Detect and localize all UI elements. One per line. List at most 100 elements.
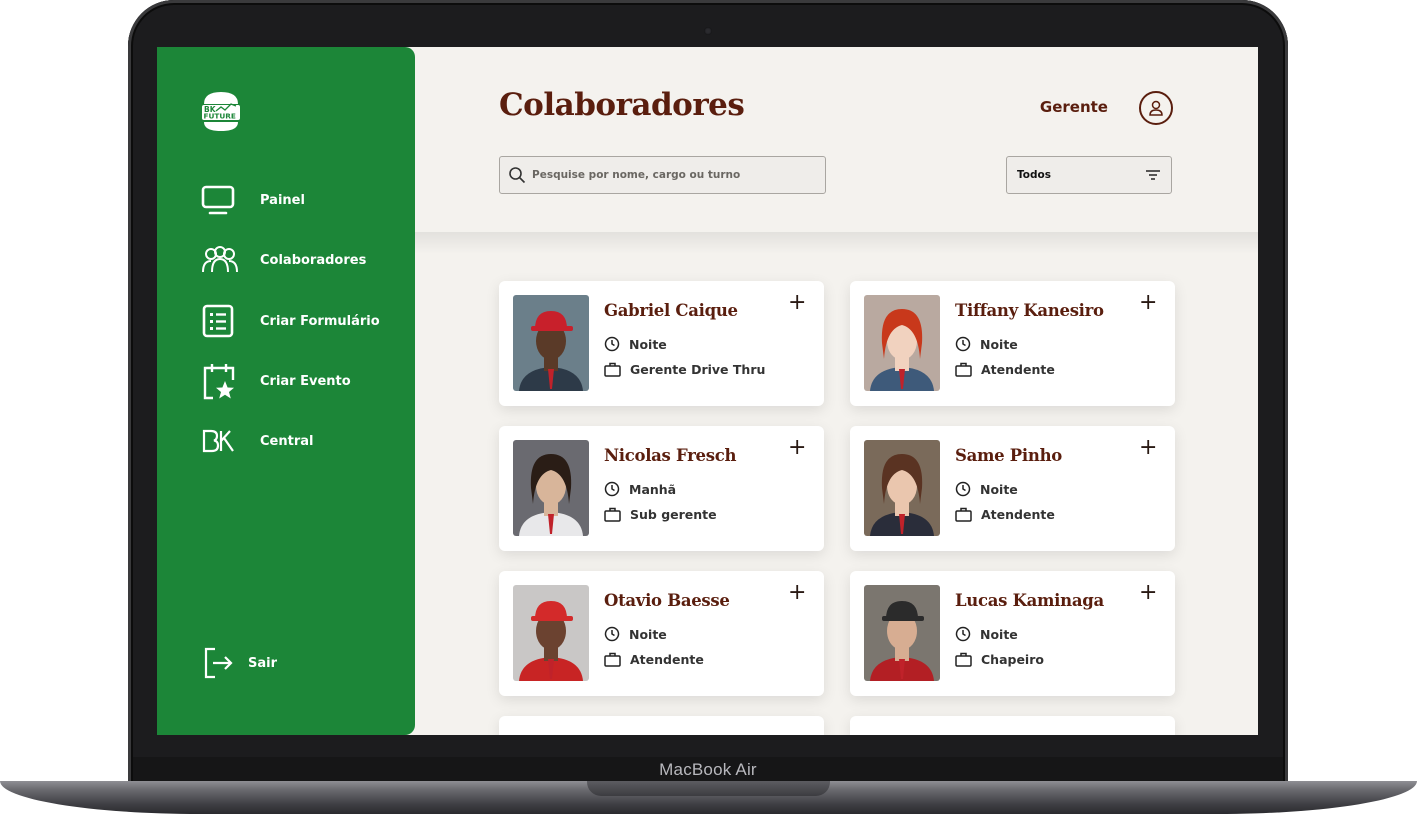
employee-shift: Noite: [604, 626, 667, 642]
filter-select[interactable]: Todos: [1006, 156, 1172, 194]
briefcase-icon: [955, 507, 972, 522]
employee-role-text: Gerente Drive Thru: [630, 362, 766, 377]
header-shadow: [415, 232, 1258, 254]
employee-shift-text: Manhã: [629, 481, 677, 497]
briefcase-icon: [604, 652, 621, 667]
user-icon: [1149, 100, 1163, 116]
employee-name: Tiffany Kanesiro: [955, 301, 1104, 320]
employee-photo: [864, 295, 940, 391]
clock-icon: [955, 481, 971, 497]
users-icon: [201, 242, 241, 278]
employee-name: Same Pinho: [955, 446, 1062, 465]
sidebar-item-criar-evento[interactable]: Criar Evento: [201, 363, 351, 400]
employee-card-partial[interactable]: [850, 716, 1175, 735]
bk-future-logo-icon: BK FUTURE: [202, 92, 240, 131]
briefcase-icon: [604, 507, 621, 522]
search-icon: [508, 166, 526, 184]
employee-shift: Noite: [955, 481, 1018, 497]
search-input[interactable]: [530, 168, 825, 182]
employee-role: Gerente Drive Thru: [604, 362, 765, 377]
employee-shift-text: Noite: [980, 336, 1018, 352]
clock-icon: [604, 481, 620, 497]
sidebar-item-criar-formulario[interactable]: Criar Formulário: [201, 303, 380, 339]
sidebar-item-label: Central: [260, 433, 314, 449]
logout-icon: [201, 645, 235, 681]
user-avatar-button[interactable]: [1139, 91, 1173, 125]
briefcase-icon: [955, 652, 972, 667]
sidebar-item-painel[interactable]: Painel: [201, 182, 305, 218]
filter-icon: [1145, 166, 1161, 185]
add-employee-button[interactable]: +: [788, 292, 806, 314]
sidebar-item-central[interactable]: Central: [201, 423, 313, 459]
employee-shift-text: Noite: [980, 626, 1018, 642]
filter-value: Todos: [1017, 169, 1051, 181]
employee-card[interactable]: Gabriel Caique + Noite Gerente Drive Thr…: [499, 281, 824, 406]
employee-shift: Manhã: [604, 481, 676, 497]
employee-grid: Gabriel Caique + Noite Gerente Drive Thr…: [499, 281, 1179, 735]
employee-photo: [513, 585, 589, 681]
employee-shift-text: Noite: [980, 481, 1018, 497]
logo-text-2: FUTURE: [204, 112, 236, 121]
employee-shift-text: Noite: [629, 336, 667, 352]
camera-dot: [704, 27, 712, 35]
sidebar-item-label: Colaboradores: [260, 252, 367, 268]
employee-name: Otavio Baesse: [604, 591, 730, 610]
clock-icon: [604, 336, 620, 352]
bk-icon: [201, 423, 241, 459]
main-content: Colaboradores Gerente Todos: [415, 47, 1258, 735]
employee-shift: Noite: [604, 336, 667, 352]
logout-button[interactable]: Sair: [201, 645, 277, 681]
add-employee-button[interactable]: +: [1139, 292, 1157, 314]
employee-shift: Noite: [955, 626, 1018, 642]
briefcase-icon: [955, 362, 972, 377]
employee-role: Atendente: [604, 652, 704, 667]
employee-photo: [864, 585, 940, 681]
monitor-icon: [201, 182, 241, 218]
bk-future-logo[interactable]: BK FUTURE: [201, 90, 241, 132]
device-label: MacBook Air: [659, 760, 757, 779]
employee-name: Gabriel Caique: [604, 301, 738, 320]
employee-card[interactable]: Lucas Kaminaga + Noite Chapeiro: [850, 571, 1175, 696]
employee-card[interactable]: Same Pinho + Noite Atendente: [850, 426, 1175, 551]
employee-shift-text: Noite: [629, 626, 667, 642]
calendar-star-icon: [201, 363, 241, 400]
page-header: Colaboradores Gerente Todos: [415, 47, 1258, 232]
employee-role: Atendente: [955, 507, 1055, 522]
form-list-icon: [201, 303, 241, 339]
add-employee-button[interactable]: +: [788, 437, 806, 459]
employee-photo: [864, 440, 940, 536]
user-role-label: Gerente: [1039, 98, 1108, 116]
employee-name: Nicolas Fresch: [604, 446, 737, 465]
employee-card-partial[interactable]: [499, 716, 824, 735]
employee-photo: [513, 295, 589, 391]
employee-shift: Noite: [955, 336, 1018, 352]
employee-role-text: Atendente: [981, 507, 1055, 522]
add-employee-button[interactable]: +: [1139, 437, 1157, 459]
employee-photo: [513, 440, 589, 536]
clock-icon: [955, 626, 971, 642]
clock-icon: [604, 626, 620, 642]
employee-role-text: Sub gerente: [630, 507, 717, 522]
sidebar-item-label: Criar Evento: [260, 373, 351, 389]
clock-icon: [955, 336, 971, 352]
employee-card[interactable]: Nicolas Fresch + Manhã Sub gerente: [499, 426, 824, 551]
sidebar-item-label: Painel: [260, 192, 305, 208]
logout-label: Sair: [248, 655, 278, 671]
employee-role: Chapeiro: [955, 652, 1044, 667]
employee-role-text: Atendente: [981, 362, 1055, 377]
page-title: Colaboradores: [499, 87, 745, 123]
briefcase-icon: [604, 362, 621, 377]
employee-role: Sub gerente: [604, 507, 717, 522]
add-employee-button[interactable]: +: [1139, 582, 1157, 604]
employee-card[interactable]: Otavio Baesse + Noite Atendente: [499, 571, 824, 696]
employee-card[interactable]: Tiffany Kanesiro + Noite Atendente: [850, 281, 1175, 406]
sidebar: BK FUTURE Painel Colaboradores Criar For…: [157, 47, 415, 735]
search-box: [499, 156, 826, 194]
employee-name: Lucas Kaminaga: [955, 591, 1104, 610]
employee-role: Atendente: [955, 362, 1055, 377]
sidebar-item-colaboradores[interactable]: Colaboradores: [201, 242, 366, 278]
employee-role-text: Chapeiro: [981, 652, 1044, 667]
employee-role-text: Atendente: [630, 652, 704, 667]
app-screen: BK FUTURE Painel Colaboradores Criar For…: [157, 47, 1258, 735]
add-employee-button[interactable]: +: [788, 582, 806, 604]
